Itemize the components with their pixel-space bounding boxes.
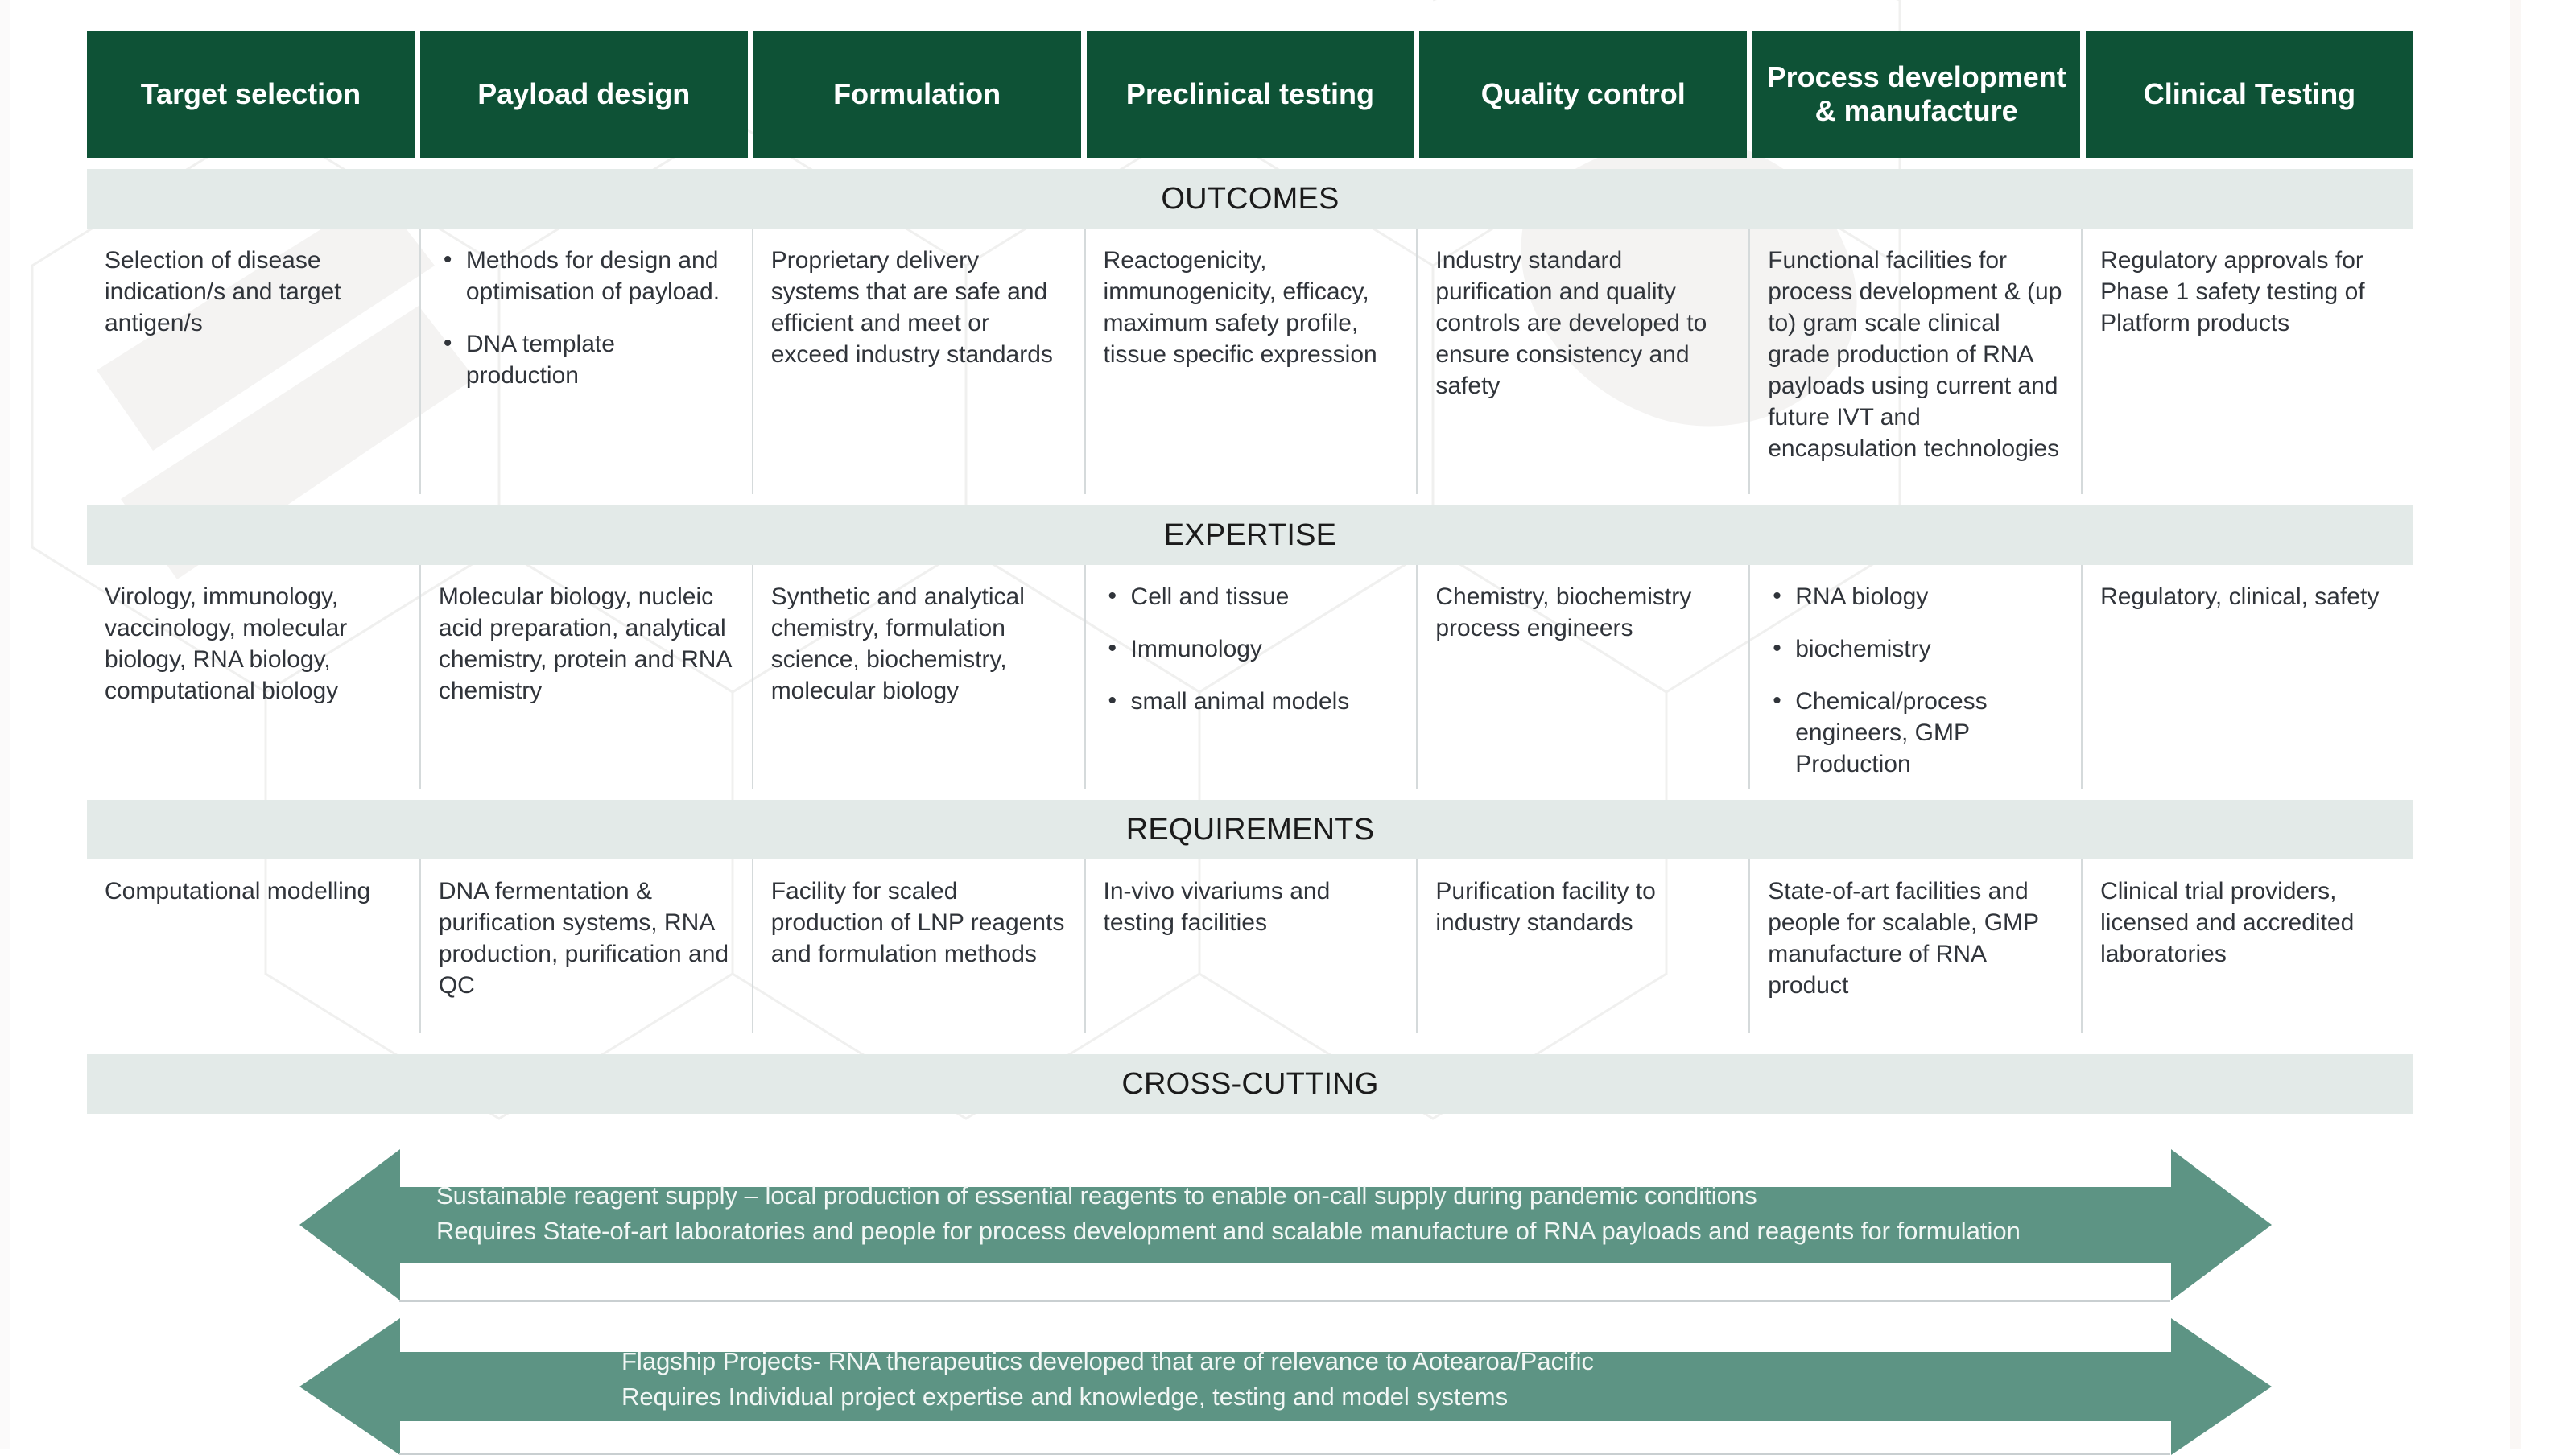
cell-text: State-of-art facilities and people for s… [1768,878,2039,999]
bullet-item: RNA biology [1773,580,2063,612]
cell-expertise-preclinical-testing: Cell and tissue Immunology small animal … [1084,565,1417,789]
cell-expertise-payload-design: Molecular biology, nucleic acid preparat… [419,565,752,789]
cell-text: Functional facilities for process develo… [1768,247,2062,462]
cell-text: Reactogenicity, immunogenicity, efficacy… [1103,247,1377,368]
bullet-item: Methods for design and optimisation of p… [444,244,734,307]
cell-expertise-formulation: Synthetic and analytical chemistry, form… [751,565,1084,789]
bullet-item: small animal models [1108,685,1399,717]
cell-text: Industry standard purification and quali… [1435,247,1707,399]
section-row-expertise: Virology, immunology, vaccinology, molec… [87,565,2413,789]
cell-text: Computational modelling [105,878,371,905]
section-row-requirements: Computational modelling DNA fermentation… [87,859,2413,1033]
cell-text: Purification facility to industry standa… [1435,878,1656,936]
column-header-label: Payload design [477,76,691,110]
bullet-list: RNA biology biochemistry Chemical/proces… [1768,580,2063,780]
section-bar-outcomes: OUTCOMES [87,169,2413,229]
section-bar-expertise: EXPERTISE [87,505,2413,565]
column-header-label: Process development & manufacture [1766,60,2066,127]
cell-text: In-vivo vivariums and testing facilities [1103,878,1331,936]
cell-text: Chemistry, biochemistry process engineer… [1435,583,1692,641]
bullet-list: Cell and tissue Immunology small animal … [1104,580,1399,717]
cell-outcomes-clinical-testing: Regulatory approvals for Phase 1 safety … [2081,229,2413,494]
capability-matrix: Target selection Payload design Formulat… [87,31,2413,1455]
column-header-label: Quality control [1480,76,1686,110]
column-header-label: Preclinical testing [1125,76,1374,110]
cell-text: Clinical trial providers, licensed and a… [2100,878,2355,967]
column-header-preclinical-testing[interactable]: Preclinical testing [1086,31,1414,158]
cell-text: Molecular biology, nucleic acid preparat… [438,583,731,704]
cell-requirements-formulation: Facility for scaled production of LNP re… [751,859,1084,1033]
column-header-quality-control[interactable]: Quality control [1419,31,1748,158]
cell-expertise-process-development-manufacture: RNA biology biochemistry Chemical/proces… [1748,565,2081,789]
column-header-clinical-testing[interactable]: Clinical Testing [2086,31,2413,158]
cell-expertise-target-selection: Virology, immunology, vaccinology, molec… [87,565,419,789]
cell-text: Regulatory approvals for Phase 1 safety … [2100,247,2365,336]
cell-text: Virology, immunology, vaccinology, molec… [105,583,348,704]
arrow-sustainable-reagent-supply[interactable]: Sustainable reagent supply – local produ… [299,1149,2272,1300]
section-bar-requirements: REQUIREMENTS [87,800,2413,859]
rna-platform-capability-matrix: Target selection Payload design Formulat… [0,0,2576,1455]
cell-requirements-quality-control: Purification facility to industry standa… [1416,859,1748,1033]
arrow-baseline-rule-1 [399,1300,2170,1302]
cell-text: Regulatory, clinical, safety [2100,583,2380,610]
cell-text: Selection of disease indication/s and ta… [105,247,341,336]
section-title-expertise: EXPERTISE [1163,517,1337,552]
bullet-item: Cell and tissue [1108,580,1399,612]
column-header-formulation[interactable]: Formulation [753,31,1081,158]
cell-text: Proprietary delivery systems that are sa… [770,247,1053,368]
section-title-requirements: REQUIREMENTS [1125,812,1375,847]
cell-outcomes-preclinical-testing: Reactogenicity, immunogenicity, efficacy… [1084,229,1417,494]
column-header-label: Target selection [140,76,361,110]
cell-requirements-target-selection: Computational modelling [87,859,419,1033]
section-bar-cross-cutting: CROSS-CUTTING [87,1054,2413,1114]
section-title-outcomes: OUTCOMES [1161,181,1340,216]
column-header-process-development-manufacture[interactable]: Process development & manufacture [1752,31,2081,158]
column-header-target-selection[interactable]: Target selection [87,31,415,158]
column-header-label: Formulation [833,76,1001,110]
cell-outcomes-payload-design: Methods for design and optimisation of p… [419,229,752,494]
bullet-item: DNA template production [444,328,734,391]
cross-cutting-arrows: Sustainable reagent supply – local produ… [87,1131,2413,1455]
cell-requirements-payload-design: DNA fermentation & purification systems,… [419,859,752,1033]
bullet-item: Immunology [1108,633,1399,665]
cell-requirements-process-development-manufacture: State-of-art facilities and people for s… [1748,859,2081,1033]
column-header-label: Clinical Testing [2143,76,2356,110]
cell-outcomes-process-development-manufacture: Functional facilities for process develo… [1748,229,2081,494]
cell-requirements-preclinical-testing: In-vivo vivariums and testing facilities [1084,859,1417,1033]
bullet-item: biochemistry [1773,633,2063,665]
cell-text: Facility for scaled production of LNP re… [770,878,1065,967]
cell-text: DNA fermentation & purification systems,… [438,878,729,999]
column-header-payload-design[interactable]: Payload design [419,31,748,158]
bullet-list: Methods for design and optimisation of p… [439,244,734,391]
arrow-label: Flagship Projects- RNA therapeutics deve… [621,1347,1594,1412]
cell-outcomes-target-selection: Selection of disease indication/s and ta… [87,229,419,494]
cell-expertise-clinical-testing: Regulatory, clinical, safety [2081,565,2413,789]
cell-requirements-clinical-testing: Clinical trial providers, licensed and a… [2081,859,2413,1033]
cell-expertise-quality-control: Chemistry, biochemistry process engineer… [1416,565,1748,789]
section-title-cross-cutting: CROSS-CUTTING [1121,1066,1379,1101]
section-row-outcomes: Selection of disease indication/s and ta… [87,229,2413,494]
cell-text: Synthetic and analytical chemistry, form… [770,583,1025,704]
cell-outcomes-quality-control: Industry standard purification and quali… [1416,229,1748,494]
arrow-label: Sustainable reagent supply – local produ… [436,1181,2021,1246]
arrow-flagship-projects[interactable]: Flagship Projects- RNA therapeutics deve… [299,1318,2272,1455]
column-header-row: Target selection Payload design Formulat… [87,31,2413,158]
bullet-item: Chemical/process engineers, GMP Producti… [1773,685,2063,780]
cell-outcomes-formulation: Proprietary delivery systems that are sa… [751,229,1084,494]
